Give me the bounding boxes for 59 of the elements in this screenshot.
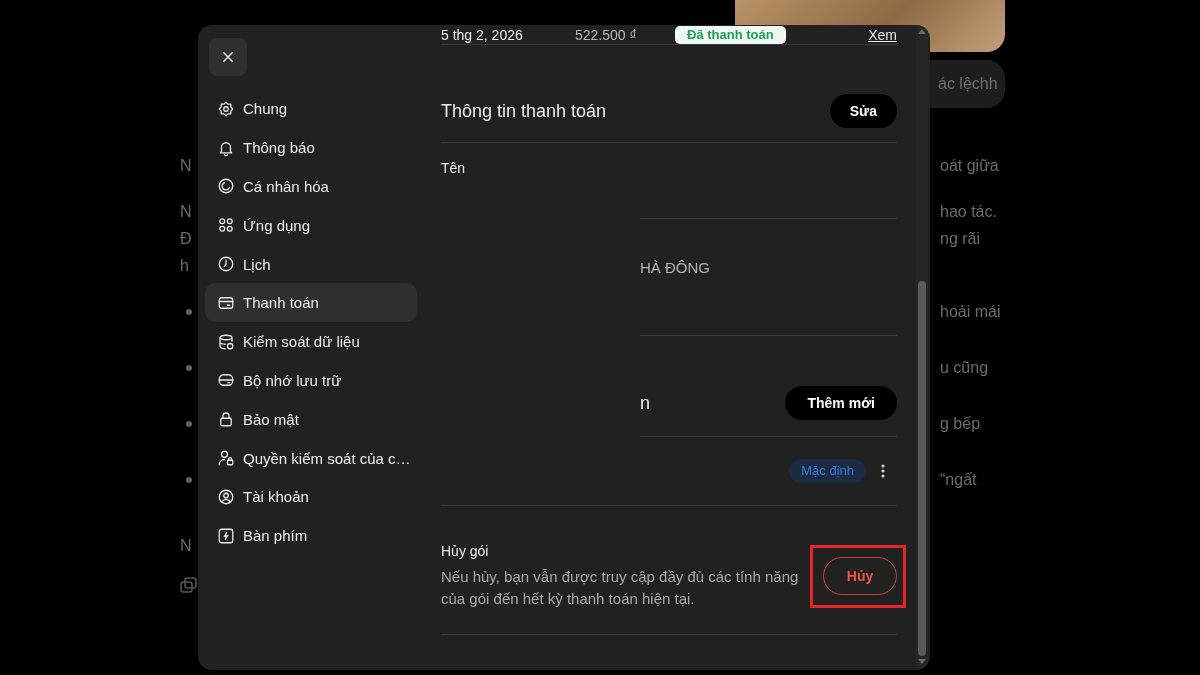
text-fragment: g bếp — [940, 413, 981, 434]
bullet-icon — [186, 476, 192, 483]
sidebar-item[interactable]: Lịch — [205, 244, 417, 284]
bullet-icon — [186, 420, 192, 427]
edit-button[interactable]: Sửa — [829, 94, 897, 128]
text-fragment: u cũng — [940, 357, 989, 378]
address-text: HÀ ĐÔNG — [640, 259, 710, 276]
close-icon — [221, 50, 235, 64]
user-lock-icon — [217, 449, 235, 468]
invoice-date: 5 thg 2, 2026 — [441, 26, 524, 43]
sidebar-item[interactable]: Tài khoản — [205, 477, 417, 517]
text-fragment: h — [180, 255, 190, 276]
sidebar-item[interactable]: Chung — [205, 89, 417, 129]
crescent-circle-icon — [217, 177, 235, 196]
scrollbar-thumb[interactable] — [918, 281, 926, 656]
field-label: Tên — [441, 160, 466, 176]
scrollbar-track[interactable] — [916, 25, 928, 670]
gear-icon — [217, 99, 235, 118]
invoice-amount: 522.500 ₫ — [575, 26, 638, 43]
text-chip: ác lệchh — [930, 60, 1005, 108]
sidebar-item[interactable]: Bộ nhớ lưu trữ — [205, 361, 417, 400]
bullet-icon — [186, 364, 192, 371]
text-fragment: “ngất — [940, 469, 977, 490]
text-fragment: ng rãi — [940, 228, 981, 249]
sidebar-item[interactable]: Bàn phím — [205, 516, 417, 556]
text-fragment: hoải mái — [940, 301, 1001, 322]
sidebar-item[interactable]: Thông báo — [205, 128, 417, 168]
default-badge: Mặc định — [789, 459, 866, 483]
add-new-button[interactable]: Thêm mới — [785, 386, 897, 420]
scroll-up-icon[interactable] — [918, 29, 926, 34]
close-button[interactable] — [209, 38, 247, 76]
text-fragment: oát giữa — [940, 155, 999, 176]
sidebar-item[interactable]: Ứng dụng — [205, 205, 417, 245]
kebab-icon[interactable] — [881, 464, 885, 478]
sidebar-item[interactable]: Cá nhân hóa — [205, 167, 417, 206]
text-fragment: hao tác. — [940, 201, 997, 222]
text-fragment: N — [180, 155, 193, 176]
sidebar-item[interactable]: Quyền kiểm soát của c… — [205, 438, 417, 478]
section-title: Thông tin thanh toán — [441, 100, 607, 122]
description-text: Nếu hủy, bạn vẫn được truy cập đầy đủ các tính năng của gói đến hết kỳ thanh toán hiện tại. — [441, 567, 800, 609]
four-circles-icon — [217, 216, 235, 235]
lock-icon — [217, 410, 235, 429]
sidebar-item[interactable]: Kiểm soát dữ liệu — [205, 322, 417, 362]
text-fragment: N — [180, 201, 193, 222]
sidebar-item[interactable]: Bảo mật — [205, 399, 417, 439]
section-title: n — [640, 392, 650, 415]
bolt-square-icon — [217, 526, 235, 545]
user-circle-icon — [217, 487, 235, 506]
sidebar-item[interactable]: Thanh toán — [205, 283, 417, 323]
clock-icon — [217, 255, 235, 274]
status-badge: Đã thanh toán — [675, 25, 786, 44]
database-icon — [217, 332, 235, 351]
text-fragment: Đ — [180, 228, 193, 249]
copy-icon[interactable] — [180, 576, 197, 593]
view-link[interactable]: Xem — [868, 26, 897, 43]
scroll-down-icon[interactable] — [918, 659, 926, 664]
bullet-icon — [186, 308, 192, 315]
section-label: Hủy gói — [441, 542, 490, 560]
text-fragment: N — [180, 535, 193, 556]
